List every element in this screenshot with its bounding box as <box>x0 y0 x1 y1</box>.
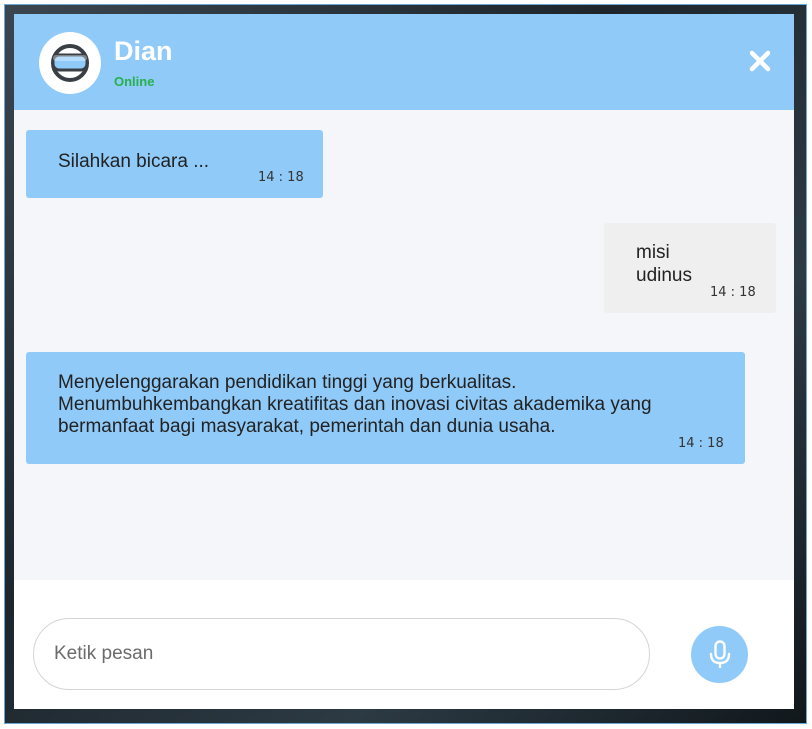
message-bubble-incoming: Silahkan bicara ... 14 : 18 <box>26 130 323 198</box>
close-button[interactable] <box>747 48 773 74</box>
message-time: 14 : 18 <box>258 170 304 185</box>
message-text: Silahkan bicara ... <box>58 151 210 172</box>
message-bubble-incoming: Menyelenggarakan pendidikan tinggi yang … <box>26 352 745 464</box>
chat-header: Dian Online <box>14 14 794 110</box>
contact-name: Dian <box>114 36 173 66</box>
message-text: Menyelenggarakan pendidikan tinggi yang … <box>58 372 652 437</box>
message-time: 14 : 18 <box>678 436 724 451</box>
chat-window: Dian Online Silahkan bicara ... 14 : 18 … <box>14 14 794 709</box>
status-badge: Online <box>114 74 155 89</box>
microphone-icon[interactable] <box>708 640 732 670</box>
avatar <box>39 32 101 94</box>
microphone-button[interactable] <box>691 626 748 683</box>
message-composer <box>14 580 794 709</box>
vr-headset-icon <box>51 44 89 82</box>
message-bubble-outgoing: misi udinus 14 : 18 <box>604 223 776 313</box>
close-icon[interactable] <box>747 48 773 74</box>
message-list[interactable]: Silahkan bicara ... 14 : 18 misi udinus … <box>14 110 794 580</box>
message-text: misi udinus <box>636 242 692 286</box>
message-input[interactable] <box>33 618 650 690</box>
message-time: 14 : 18 <box>710 285 756 300</box>
